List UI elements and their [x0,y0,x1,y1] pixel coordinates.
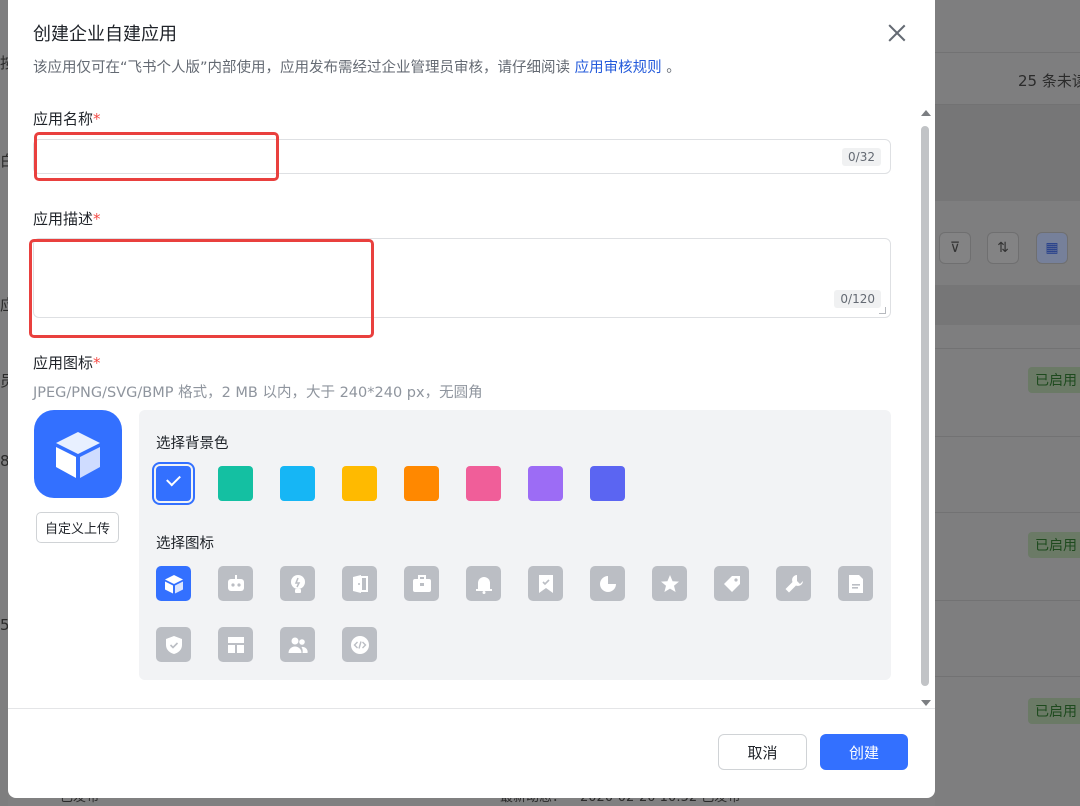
bg-color-swatch[interactable] [528,466,563,501]
bell-icon[interactable] [466,566,501,601]
app-desc-label-text: 应用描述 [33,210,94,228]
bg-status-badge: 已启用 [1028,532,1080,558]
custom-upload-button[interactable]: 自定义上传 [36,512,119,543]
door-icon[interactable] [342,566,377,601]
required-mark: * [93,210,101,228]
app-icon-label-text: 应用图标 [33,354,94,372]
icon-format-hint: JPEG/PNG/SVG/BMP 格式，2 MB 以内，大于 240*240 p… [33,385,483,401]
bg-color-swatch[interactable] [466,466,501,501]
tag-icon[interactable] [714,566,749,601]
icon-choice-label: 选择图标 [156,536,214,552]
bg-divider [935,512,1080,513]
bg-color-swatch[interactable] [156,466,191,501]
people-icon[interactable] [280,627,315,662]
scroll-thumb[interactable] [921,126,929,686]
close-icon[interactable] [884,20,910,46]
bg-band [935,105,1080,201]
bg-divider [935,600,1080,601]
app-name-counter: 0/32 [842,148,881,166]
bg-divider [935,436,1080,437]
dialog-subtitle: 该应用仅可在“飞书个人版”内部使用，应用发布需经过企业管理员审核，请仔细阅读 应… [33,56,681,77]
bg-color-swatch[interactable] [342,466,377,501]
resize-handle[interactable] [879,307,886,314]
check-icon [166,471,181,487]
bg-color-label: 选择背景色 [156,436,229,452]
shield-icon[interactable] [156,627,191,662]
lightbulb-icon[interactable] [280,566,315,601]
app-desc-label: 应用描述* [33,208,101,229]
bg-unread-count: 25 条未读 [1018,72,1080,90]
bg-color-swatch[interactable] [280,466,315,501]
app-desc-field: 0/120 [33,238,891,318]
bg-status-badge: 已启用 [1028,698,1080,724]
dialog-title: 创建企业自建应用 [33,24,177,45]
app-name-label: 应用名称* [33,108,101,129]
sort-icon: ⇅ [987,232,1019,264]
create-button[interactable]: 创建 [820,734,908,770]
bg-color-swatch[interactable] [404,466,439,501]
briefcase-icon[interactable] [404,566,439,601]
scroll-up-arrow-icon[interactable] [921,110,931,116]
scroll-down-arrow-icon[interactable] [921,700,931,706]
dialog-scrollbar[interactable] [920,108,931,706]
app-desc-textarea[interactable] [34,239,890,317]
bg-color-swatch[interactable] [590,466,625,501]
bg-divider [935,348,1080,349]
app-name-input[interactable] [34,140,890,173]
pie-chart-icon[interactable] [590,566,625,601]
code-icon[interactable] [342,627,377,662]
footer-divider [8,708,935,709]
cancel-button[interactable]: 取消 [718,734,807,770]
required-mark: * [93,354,101,372]
app-icon-label: 应用图标* [33,352,101,373]
bookmark-icon[interactable] [528,566,563,601]
layout-icon[interactable] [218,627,253,662]
background-left-strip: 按 白 应 员 8 5 [0,0,15,806]
required-mark: * [93,110,101,128]
bg-color-swatch[interactable] [218,466,253,501]
filter-icon: ⊽ [939,232,971,264]
wrench-icon[interactable] [776,566,811,601]
star-icon[interactable] [652,566,687,601]
app-icon-preview [34,410,122,498]
bg-status-badge: 已启用 [1028,367,1080,393]
app-name-label-text: 应用名称 [33,110,94,128]
bg-divider [935,52,1080,53]
app-desc-counter: 0/120 [834,290,881,308]
cube-icon [56,432,100,478]
document-icon[interactable] [838,566,873,601]
subtitle-suffix: 。 [661,60,681,76]
cube-icon[interactable] [156,566,191,601]
create-app-dialog: 创建企业自建应用 该应用仅可在“飞书个人版”内部使用，应用发布需经过企业管理员审… [8,0,935,798]
bg-band [935,285,1080,325]
robot-icon[interactable] [218,566,253,601]
grid-view-icon: ▦ [1036,232,1068,264]
app-name-field: 0/32 [33,139,891,174]
bg-divider [935,676,1080,677]
icon-picker-panel: 选择背景色 选择图标 [139,410,891,680]
subtitle-text: 该应用仅可在“飞书个人版”内部使用，应用发布需经过企业管理员审核，请仔细阅读 [33,60,575,76]
review-rules-link[interactable]: 应用审核规则 [575,60,662,76]
